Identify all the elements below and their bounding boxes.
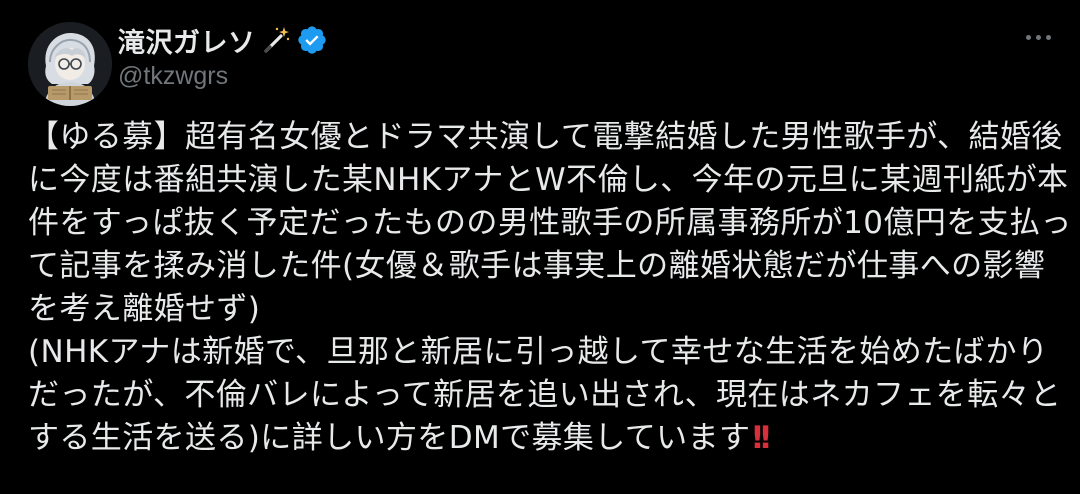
more-options-button[interactable] [1020,26,1056,48]
tweet-text-line: て記事を揉み消した件(女優＆歌手は事実上の離婚状態だが仕事への影響 [28,248,1046,284]
double-exclamation-emoji-icon: !! [750,420,772,456]
more-horizontal-icon [1045,34,1051,40]
avatar-image [28,22,112,106]
tweet-text-last-line: する生活を送る)に詳しい方をDMで募集しています!! [28,417,1060,460]
author-handle[interactable]: @tkzwgrs [118,62,228,91]
verified-badge-icon[interactable] [296,24,328,56]
tweet-text-line: 件をすっぱ抜く予定だったものの男性歌手の所属事務所が10億円を支払っ [28,205,1072,241]
tweet-text-line: を考え離婚せず) [28,291,261,327]
tweet-text-line: する生活を送る)に詳しい方をDMで募集しています [28,420,751,456]
magic-wand-icon [260,24,292,56]
tweet-text-line: (NHKアナは新婚で、旦那と新居に引っ越して幸せな生活を始めたばかり [28,334,1049,370]
more-horizontal-icon [1025,34,1031,40]
tweet-text-line: に今度は番組共演した某NHKアナとW不倫し、今年の元旦に某週刊紙が本 [28,162,1069,198]
tweet-text-line: 【ゆる募】超有名女優とドラマ共演して電撃結婚した男性歌手が、結婚後 [28,119,1063,155]
author-display-name[interactable]: 滝沢ガレソ [118,21,256,60]
author-name-row[interactable]: 滝沢ガレソ [118,20,328,60]
more-horizontal-icon [1035,34,1041,40]
tweet-text-line: だったが、不倫バレによって新居を追い出され、現在はネカフェを転々と [28,377,1062,413]
tweet-text: 【ゆる募】超有名女優とドラマ共演して電撃結婚した男性歌手が、結婚後 に今度は番組… [28,116,1072,460]
avatar[interactable] [28,22,112,106]
